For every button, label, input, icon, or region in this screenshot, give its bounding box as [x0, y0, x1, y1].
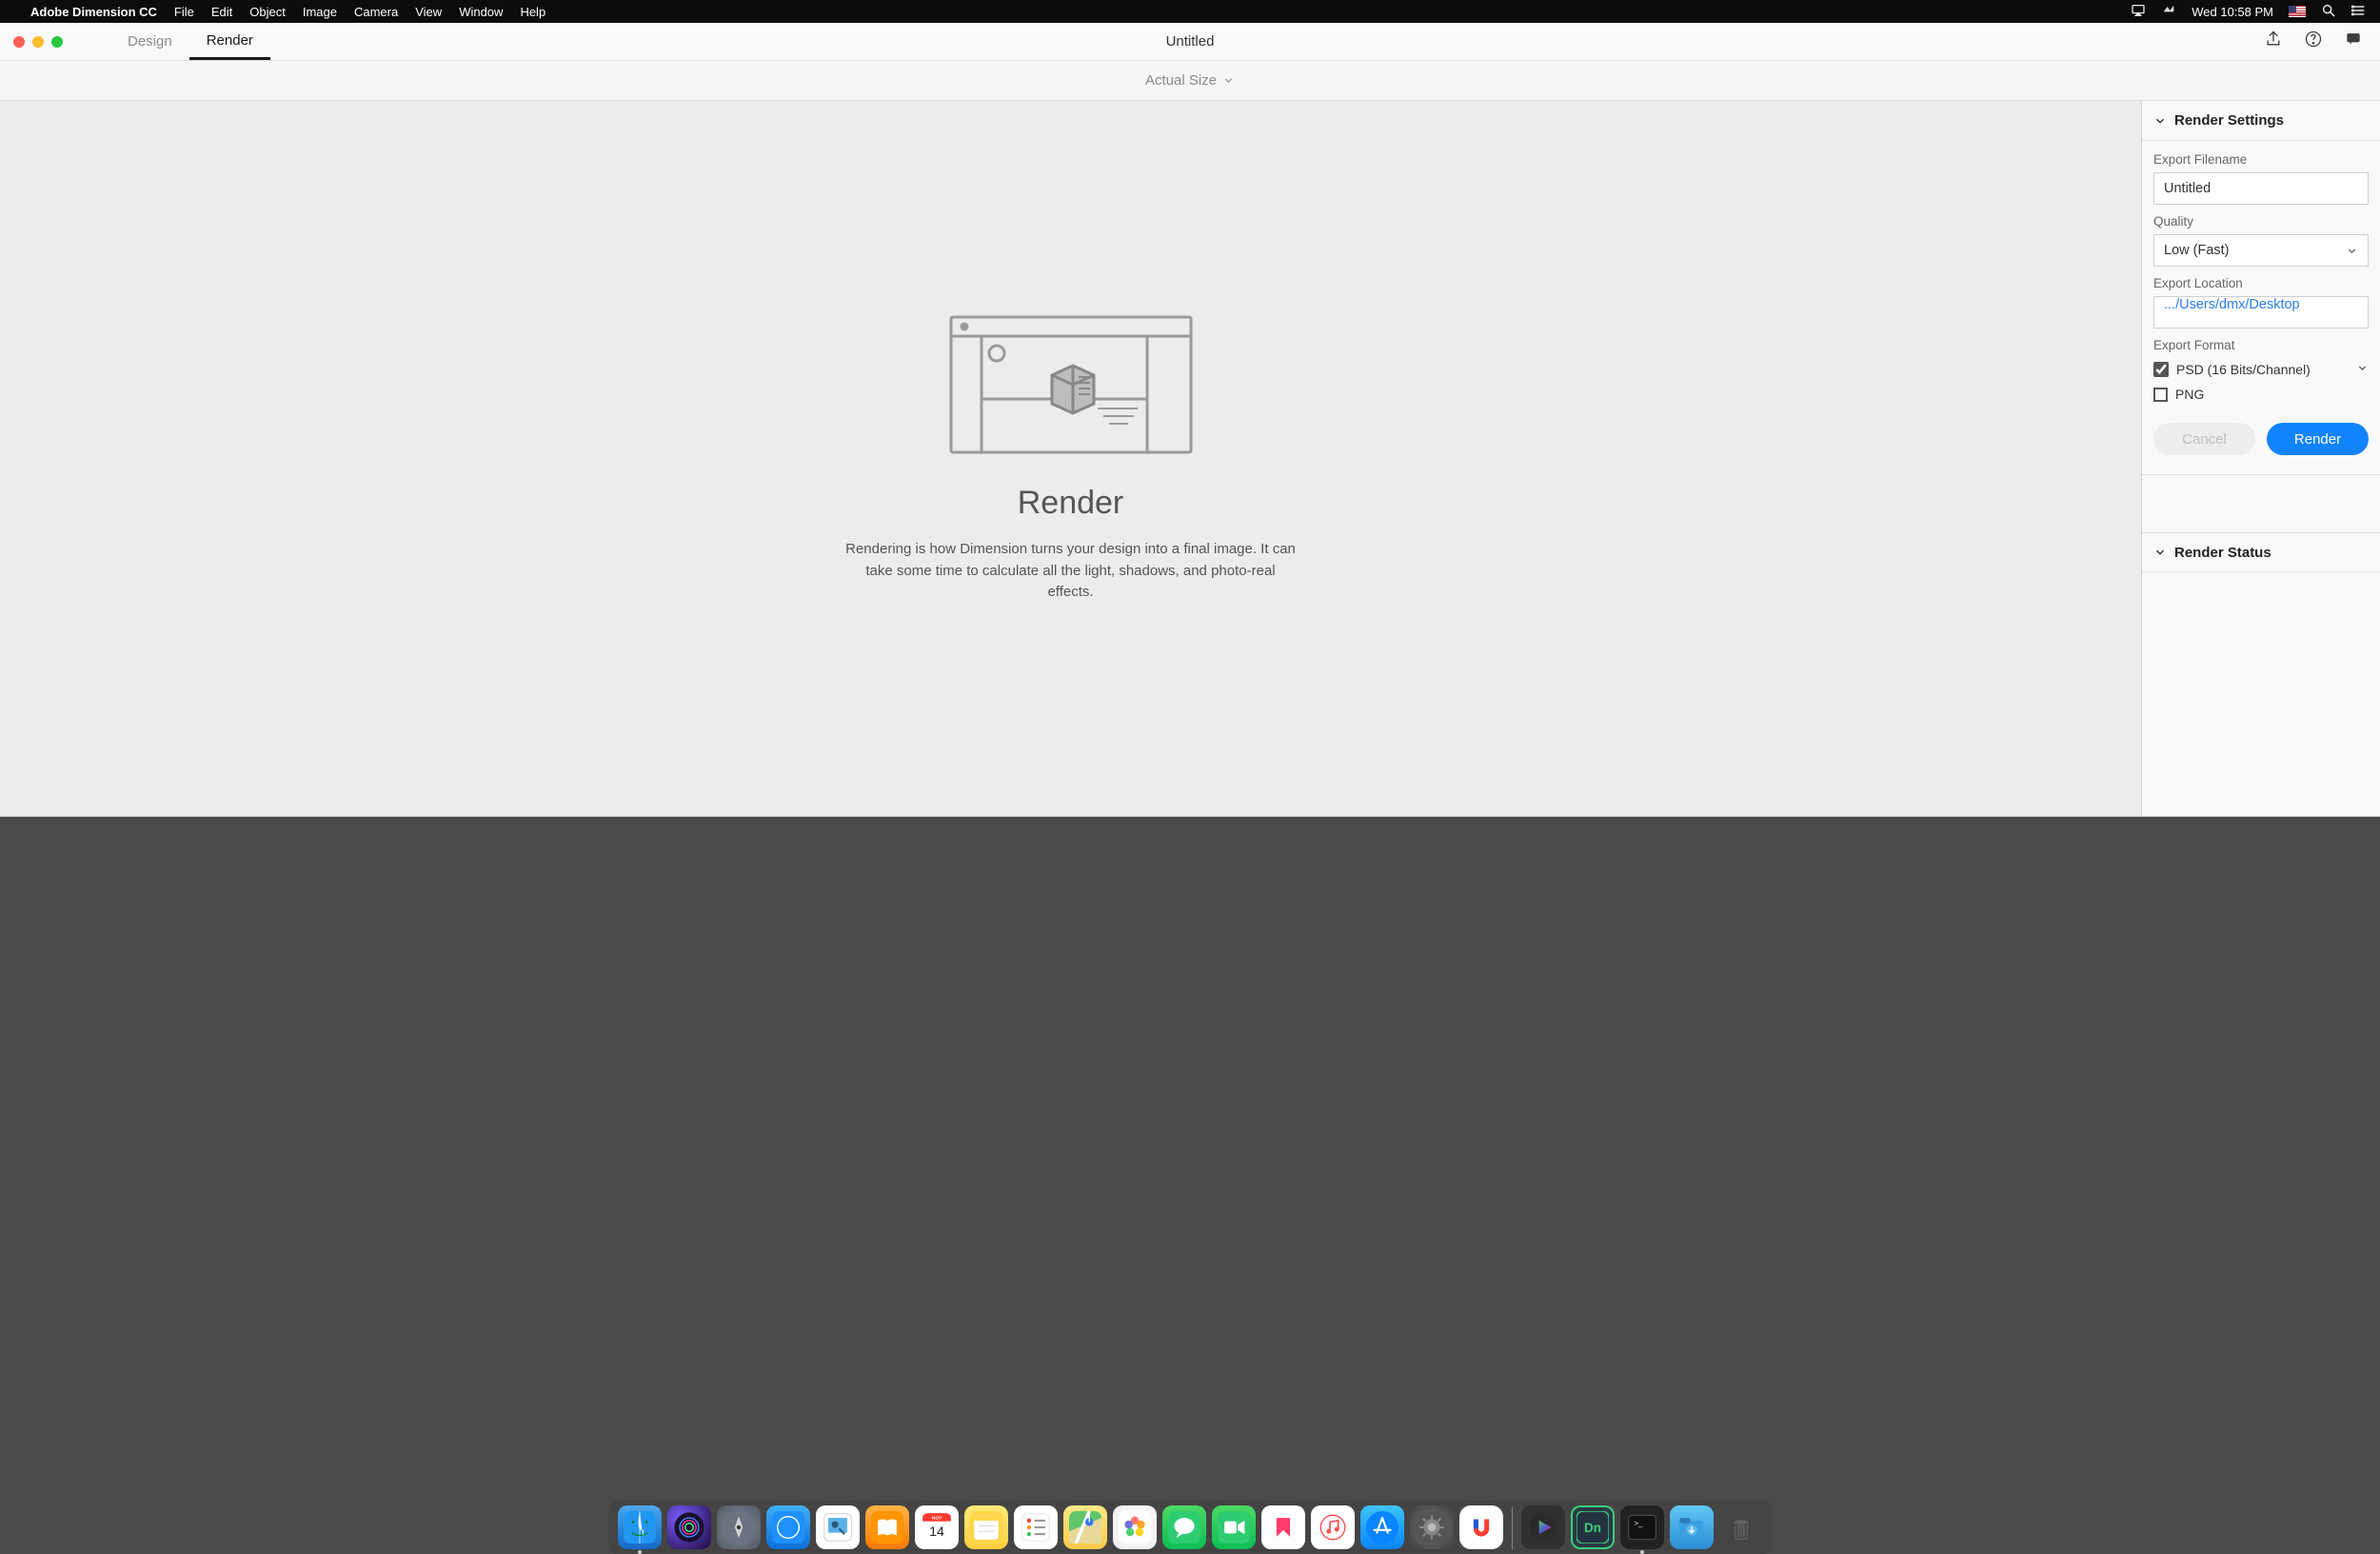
svg-text:Dn: Dn	[1584, 1521, 1601, 1535]
menu-file[interactable]: File	[174, 5, 194, 19]
chevron-down-icon	[2153, 546, 2167, 559]
tab-render[interactable]: Render	[189, 23, 270, 60]
dock-calendar[interactable]: NOV 14	[915, 1505, 959, 1549]
dock-separator	[1512, 1507, 1513, 1549]
dock-siri[interactable]	[667, 1505, 711, 1549]
app-window: Design Render Untitled Actual Size	[0, 23, 2380, 817]
dock-preview[interactable]	[816, 1505, 860, 1549]
format-psd-label: PSD (16 Bits/Channel)	[2176, 362, 2311, 377]
format-png-checkbox[interactable]	[2153, 388, 2168, 402]
svg-text:14: 14	[929, 1524, 944, 1540]
format-png-row[interactable]: PNG	[2153, 387, 2369, 402]
render-status-header[interactable]: Render Status	[2142, 532, 2380, 572]
dock-ibooks[interactable]	[865, 1505, 909, 1549]
dock-downloads[interactable]	[1670, 1505, 1714, 1549]
filename-input[interactable]	[2153, 172, 2369, 205]
zoom-label: Actual Size	[1145, 72, 1217, 89]
tab-design[interactable]: Design	[110, 23, 189, 60]
format-psd-options[interactable]	[2356, 362, 2369, 377]
quality-label: Quality	[2153, 214, 2369, 229]
side-panel: Render Settings Export Filename Quality …	[2142, 101, 2380, 816]
cancel-button[interactable]: Cancel	[2153, 423, 2255, 455]
dock: NOV 14	[0, 1497, 2380, 1554]
location-input[interactable]: .../Users/dmx/Desktop	[2153, 296, 2369, 329]
render-status-label: Render Status	[2174, 545, 2271, 561]
dock-dimension[interactable]: Dn	[1571, 1505, 1615, 1549]
quality-select[interactable]: Low (Fast)	[2153, 234, 2369, 267]
dock-itunes[interactable]	[1311, 1505, 1355, 1549]
dock-magnet[interactable]	[1459, 1505, 1503, 1549]
window-traffic-lights	[0, 36, 63, 48]
dock-terminal[interactable]: >_	[1620, 1505, 1664, 1549]
menu-edit[interactable]: Edit	[211, 5, 232, 19]
menu-view[interactable]: View	[415, 5, 442, 19]
format-psd-row[interactable]: PSD (16 Bits/Channel)	[2153, 362, 2369, 377]
dock-notes[interactable]	[964, 1505, 1008, 1549]
menu-image[interactable]: Image	[303, 5, 337, 19]
input-source-flag-icon[interactable]	[2289, 6, 2306, 17]
dock-appstore[interactable]	[1360, 1505, 1404, 1549]
format-png-label: PNG	[2175, 387, 2204, 402]
menu-window[interactable]: Window	[459, 5, 503, 19]
dock-messages[interactable]	[1162, 1505, 1206, 1549]
menu-camera[interactable]: Camera	[354, 5, 398, 19]
chevron-down-icon	[2153, 114, 2167, 128]
zoom-dropdown[interactable]: Actual Size	[0, 61, 2380, 101]
render-settings-header[interactable]: Render Settings	[2142, 101, 2380, 141]
window-maximize-button[interactable]	[51, 36, 63, 48]
dock-finder[interactable]	[618, 1505, 662, 1549]
menu-extra-icon[interactable]	[2161, 3, 2176, 21]
document-title: Untitled	[0, 33, 2380, 50]
svg-text:>_: >_	[1634, 1520, 1643, 1528]
share-icon[interactable]	[2264, 30, 2283, 53]
menu-help[interactable]: Help	[520, 5, 545, 19]
window-header: Design Render Untitled	[0, 23, 2380, 61]
chevron-down-icon	[1222, 74, 1235, 87]
dock-news[interactable]	[1261, 1505, 1305, 1549]
render-button[interactable]: Render	[2267, 423, 2369, 455]
feedback-icon[interactable]	[2344, 30, 2363, 53]
window-minimize-button[interactable]	[32, 36, 44, 48]
menu-object[interactable]: Object	[249, 5, 286, 19]
chevron-down-icon	[2346, 245, 2358, 257]
window-close-button[interactable]	[13, 36, 25, 48]
app-name-menu[interactable]: Adobe Dimension CC	[30, 5, 157, 19]
dock-reminders[interactable]	[1014, 1505, 1058, 1549]
canvas-heading: Render	[1018, 485, 1124, 522]
dock-launchpad[interactable]	[717, 1505, 761, 1549]
menubar-clock[interactable]: Wed 10:58 PM	[2192, 5, 2273, 19]
dock-trash[interactable]	[1719, 1505, 1763, 1549]
canvas-description: Rendering is how Dimension turns your de…	[843, 539, 1299, 604]
dock-settings[interactable]	[1410, 1505, 1454, 1549]
screen-mirror-icon[interactable]	[2131, 3, 2146, 21]
dock-imovie[interactable]	[1521, 1505, 1565, 1549]
spotlight-icon[interactable]	[2321, 3, 2336, 21]
format-label: Export Format	[2153, 338, 2369, 352]
location-value: .../Users/dmx/Desktop	[2164, 297, 2300, 312]
dock-maps[interactable]	[1063, 1505, 1107, 1549]
quality-value: Low (Fast)	[2164, 243, 2230, 258]
canvas-area: Render Rendering is how Dimension turns …	[0, 101, 2142, 816]
filename-label: Export Filename	[2153, 152, 2369, 167]
notification-center-icon[interactable]	[2351, 3, 2367, 21]
dock-photos[interactable]	[1113, 1505, 1157, 1549]
help-icon[interactable]	[2304, 30, 2323, 53]
render-settings-label: Render Settings	[2174, 112, 2284, 129]
location-label: Export Location	[2153, 276, 2369, 290]
macos-menubar: Adobe Dimension CC File Edit Object Imag…	[0, 0, 2380, 23]
svg-text:NOV: NOV	[931, 1516, 942, 1522]
format-psd-checkbox[interactable]	[2153, 362, 2169, 377]
dock-facetime[interactable]	[1212, 1505, 1256, 1549]
dock-safari[interactable]	[766, 1505, 810, 1549]
render-placeholder-icon	[947, 313, 1195, 456]
